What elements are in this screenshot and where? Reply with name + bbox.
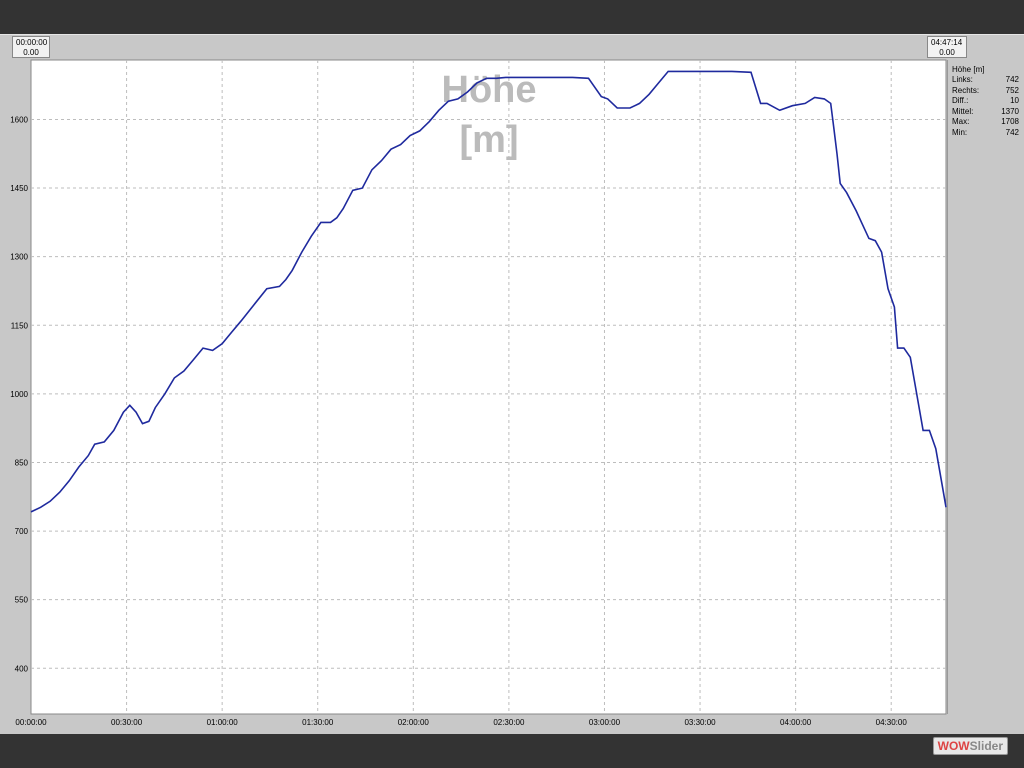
stat-label: Mittel: <box>952 106 974 116</box>
stat-label: Rechts: <box>952 85 980 95</box>
stat-label: Links: <box>952 75 973 84</box>
y-tick-label: 850 <box>15 458 29 467</box>
x-tick-label: 01:00:00 <box>207 718 239 727</box>
top-bar <box>0 0 1024 34</box>
stat-value: 1708 <box>1001 117 1019 126</box>
stat-row-max: Max: 1708 <box>948 117 1022 128</box>
x-tick-label: 03:00:00 <box>589 718 621 727</box>
x-tick-label: 02:30:00 <box>493 718 525 727</box>
stats-panel: Höhe [m] Links: 742 Rechts: 752 Diff.: 10 M… <box>947 60 1022 714</box>
x-tick-label: 04:00:00 <box>780 718 812 727</box>
stat-row-diff: Diff.: 10 <box>948 96 1022 107</box>
stat-value: 1370 <box>1001 106 1019 116</box>
stats-title: Höhe [m] <box>952 65 985 74</box>
logo-part-2: Slider <box>969 739 1003 753</box>
wowslider-logo[interactable]: WOWSlider <box>932 737 1008 755</box>
stat-value: 752 <box>1005 85 1019 95</box>
stat-label: Min: <box>952 127 968 137</box>
y-tick-label: 550 <box>15 596 29 605</box>
stat-label: Diff.: <box>952 96 969 105</box>
x-tick-label: 04:30:00 <box>876 718 908 727</box>
y-tick-label: 1000 <box>10 390 28 399</box>
stat-row-mean: Mittel: 1370 <box>948 107 1022 118</box>
y-tick-label: 1300 <box>10 253 28 262</box>
x-tick-label: 02:00:00 <box>398 718 430 727</box>
left-cursor-value: 0.00 <box>23 48 39 57</box>
logo-part-1: WOW <box>937 739 970 753</box>
x-tick-label: 01:30:00 <box>302 718 334 727</box>
x-axis-ticks: 00:00:00 00:30:00 01:00:00 01:30:00 02:00:00… <box>15 718 907 727</box>
stat-row-left: Links: 742 <box>948 75 1022 86</box>
stat-value: 742 <box>1005 127 1019 137</box>
y-tick-label: 400 <box>15 664 29 673</box>
stat-row-min: Min: 742 <box>948 128 1022 139</box>
chart-title-line-1: Höhe <box>442 69 537 111</box>
y-tick-label: 700 <box>15 527 29 536</box>
y-tick-label: 1450 <box>10 184 28 193</box>
bottom-bar <box>0 734 1024 768</box>
x-tick-label: 03:30:00 <box>684 718 716 727</box>
left-cursor-readout[interactable]: 00:00:00 0.00 <box>12 36 50 58</box>
left-cursor-time: 00:00:00 <box>16 38 48 47</box>
stat-value: 742 <box>1005 75 1019 84</box>
right-cursor-readout[interactable]: 04:47:14 0.00 <box>927 36 967 58</box>
elevation-chart: Höhe [m] 400 550 700 850 1000 1150 1300 1450 160… <box>10 59 947 727</box>
x-tick-label: 00:00:00 <box>15 718 47 727</box>
x-tick-label: 00:30:00 <box>111 718 143 727</box>
right-cursor-time: 04:47:14 <box>931 38 963 47</box>
right-cursor-value: 0.00 <box>939 48 955 57</box>
stat-row-right: Rechts: 752 <box>948 86 1022 97</box>
y-axis-ticks: 400 550 700 850 1000 1150 1300 1450 1600 <box>10 115 28 673</box>
y-tick-label: 1150 <box>11 321 29 330</box>
stat-label: Max: <box>952 117 970 126</box>
chart-title-line-2: [m] <box>459 119 518 161</box>
stat-value: 10 <box>1010 96 1019 105</box>
y-tick-label: 1600 <box>10 115 28 124</box>
